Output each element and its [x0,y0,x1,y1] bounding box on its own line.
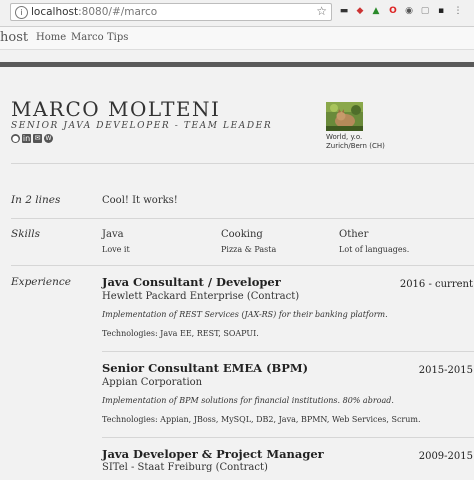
shield-icon[interactable]: ◆ [354,5,366,17]
location-line-1: World, y.o. [326,133,363,141]
job-technologies: Technologies: Appian, JBoss, MySQL, DB2,… [102,415,421,424]
skill-desc: Lot of languages. [339,245,410,254]
job-company: Hewlett Packard Enterprise (Contract) [102,291,300,302]
nav-home[interactable]: Home [36,32,66,43]
summary-text: Cool! It works! [102,195,178,206]
opera-icon[interactable]: O [387,5,399,17]
job-description: Implementation of BPM solutions for fina… [102,396,394,405]
divider [11,218,474,219]
book-icon[interactable]: ▪ [435,5,447,17]
job-dates: 2009-2015 [418,451,473,462]
mail-icon[interactable]: ✉ [33,134,42,143]
job-description: Implementation of REST Services (JAX-RS)… [102,310,388,319]
divider [102,351,474,352]
skill-desc: Love it [102,245,130,254]
mask-icon[interactable]: ▬ [338,5,350,17]
star-icon[interactable]: ☆ [316,4,327,18]
menu-icon[interactable]: ⋮ [452,5,464,17]
experience-label: Experience [11,276,71,288]
skill-name: Cooking [221,229,263,240]
tree-icon[interactable]: ▲ [370,5,382,17]
url-text[interactable]: localhost:8080/#/marco [31,5,157,19]
wordpress-icon[interactable]: W [44,134,53,143]
job-title: Java Consultant / Developer [102,275,281,289]
square-icon[interactable]: ▢ [419,5,431,17]
avatar [326,102,363,131]
job-technologies: Technologies: Java EE, REST, SOAPUI. [102,329,259,338]
divider [11,265,474,266]
browser-toolbar: i localhost:8080/#/marco ☆ ▬ ◆ ▲ O ◉ ▢ ▪… [0,0,474,27]
skill-desc: Pizza & Pasta [221,245,277,254]
github-icon[interactable]: ● [11,134,20,143]
job-company: Appian Corporation [102,377,203,388]
skill-name: Other [339,229,369,240]
divider [11,163,474,164]
nav-marco[interactable]: Marco [71,32,104,43]
address-bar[interactable]: i localhost:8080/#/marco ☆ [10,3,332,21]
job-dates: 2015-2015 [418,365,473,376]
circle-icon[interactable]: ◉ [403,5,415,17]
job-title: Java Developer & Project Manager [102,447,324,461]
divider [102,437,474,438]
skill-name: Java [102,229,124,240]
info-icon[interactable]: i [15,6,28,19]
job-company: SITel - Staat Freiburg (Contract) [102,462,268,473]
skills-label: Skills [11,228,41,240]
header-divider [0,62,474,67]
summary-label: In 2 lines [11,194,61,206]
app-navbar: host Home Marco Tips [0,27,474,50]
nav-tips[interactable]: Tips [107,32,128,43]
job-dates: 2016 - current [399,279,473,290]
profile-role: SENIOR JAVA DEVELOPER - TEAM LEADER [11,121,273,131]
job-title: Senior Consultant EMEA (BPM) [102,361,309,375]
profile-name: MARCO MOLTENI [11,97,221,121]
linkedin-icon[interactable]: in [22,134,31,143]
location-line-2: Zurich/Bern (CH) [326,142,385,150]
brand[interactable]: host [0,30,28,45]
